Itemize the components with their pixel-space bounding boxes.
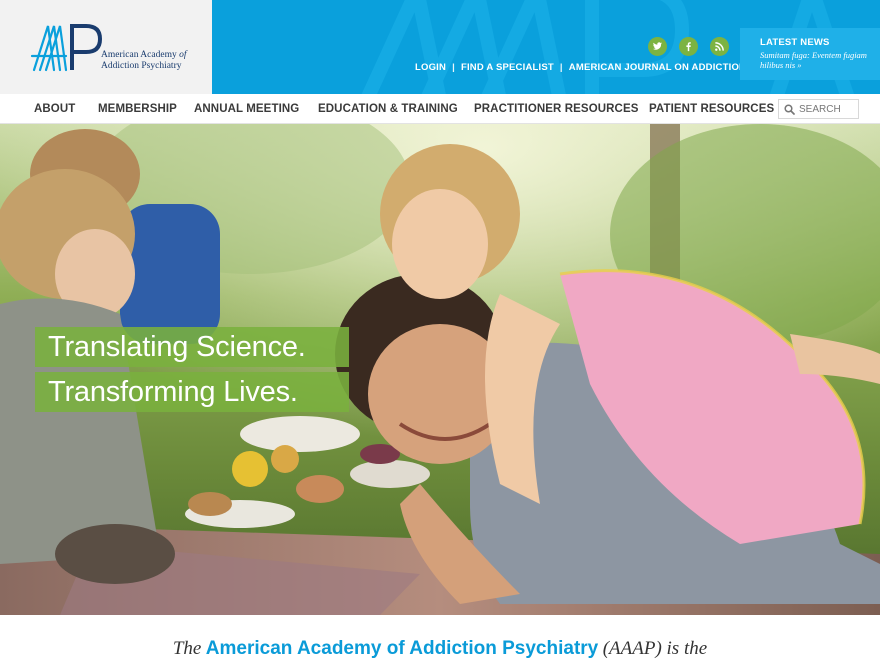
latest-news-teaser[interactable]: Sumitam fuga: Eventem fugiam hilibus nis… [760, 50, 870, 70]
hero-banner: Translating Science. Transforming Lives. [0, 124, 880, 615]
main-nav: ABOUT MEMBERSHIP ANNUAL MEETING EDUCATIO… [0, 94, 880, 124]
nav-item-practitioner-resources[interactable]: PRACTITIONER RESOURCES [474, 103, 639, 115]
facebook-icon[interactable] [679, 37, 698, 56]
logo-name: American Academy of Addiction Psychiatry [101, 50, 187, 71]
nav-item-membership[interactable]: MEMBERSHIP [98, 103, 177, 115]
nav-separator: | [559, 62, 563, 73]
nav-item-patient-resources[interactable]: PATIENT RESOURCES [649, 103, 774, 115]
nav-item-annual-meeting[interactable]: ANNUAL MEETING [194, 103, 299, 115]
nav-separator: | [452, 62, 455, 73]
intro-prefix: The [172, 638, 202, 659]
search-icon [784, 104, 795, 115]
intro-suffix: (AAAP) is the [602, 638, 708, 659]
journal-link[interactable]: AMERICAN JOURNAL ON ADDICTIONS [569, 62, 753, 73]
intro-org-link[interactable]: American Academy of Addiction Psychiatry [206, 638, 598, 659]
hero-tagline-line2: Transforming Lives. [35, 372, 349, 412]
site-header: American Academy of Addiction Psychiatry… [0, 0, 880, 94]
hero-photo [0, 124, 880, 615]
find-specialist-link[interactable]: FIND A SPECIALIST [461, 62, 554, 73]
hero-tagline-line1: Translating Science. [35, 327, 349, 367]
nav-item-education-training[interactable]: EDUCATION & TRAINING [318, 103, 458, 115]
rss-icon[interactable] [710, 37, 729, 56]
nav-item-about[interactable]: ABOUT [34, 103, 75, 115]
utility-nav: LOGIN | FIND A SPECIALIST | AMERICAN JOU… [415, 62, 753, 73]
latest-news-title: LATEST NEWS [760, 37, 830, 48]
intro-statement: The American Academy of Addiction Psychi… [0, 638, 880, 660]
twitter-icon[interactable] [648, 37, 667, 56]
search-input[interactable] [799, 102, 857, 117]
latest-news-panel[interactable]: LATEST NEWS Sumitam fuga: Eventem fugiam… [740, 28, 880, 80]
aaap-monogram-icon [30, 24, 103, 72]
search-field[interactable] [778, 99, 859, 119]
logo[interactable]: American Academy of Addiction Psychiatry [0, 0, 212, 94]
login-link[interactable]: LOGIN [415, 62, 446, 73]
